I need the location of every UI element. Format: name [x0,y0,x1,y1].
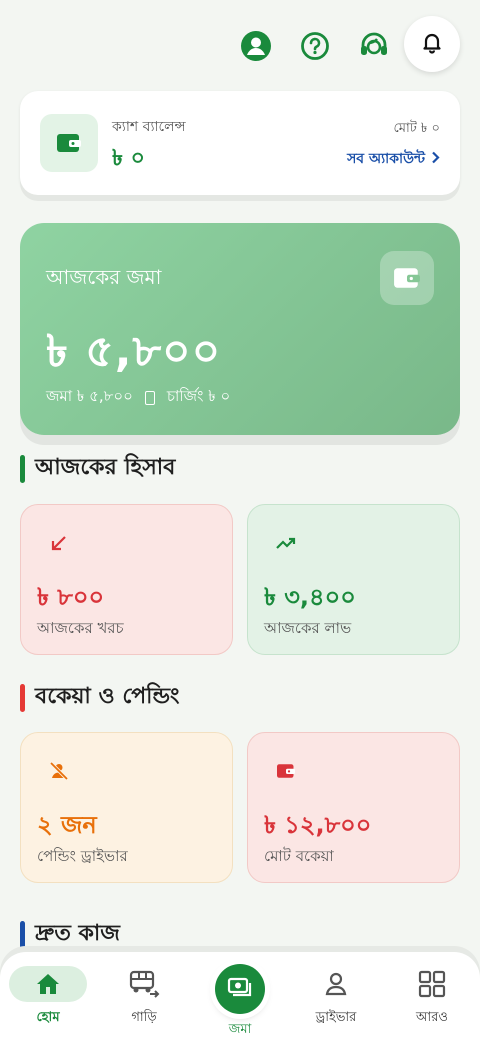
section-title: বকেয়া ও পেন্ডিং [35,684,180,709]
support-icon[interactable] [358,30,390,62]
expense-value: ৳ ৮০০ [37,583,105,611]
wallet-icon [380,251,434,305]
pending-driver-tile[interactable]: ২ জন পেন্ডিং ড্রাইভার [20,732,233,883]
nav-deposit-label: জমা [228,1022,252,1037]
help-icon[interactable] [299,30,331,62]
nav-drivers-label: ড্রাইভার [315,1010,357,1025]
grid-icon [393,966,471,1002]
bottom-navigation: হোম গাড়ি জমা ড্রাইভার আরও [0,952,480,1040]
separator-glyph [144,390,155,405]
today-deposit-title: আজকের জমা [46,265,162,289]
all-accounts-link[interactable]: সব অ্যাকাউন্ট [347,147,440,171]
arrow-down-left-icon [49,533,69,553]
section-accent-bar [20,454,25,483]
deposit-sub-value: জমা ৳ ৫,৮০০ [46,387,133,405]
person-icon [297,966,375,1002]
section-accent-bar [20,683,25,712]
nav-home[interactable]: হোম [0,952,96,1040]
nav-drivers[interactable]: ড্রাইভার [288,952,384,1040]
cash-icon [227,976,253,1002]
total-due-tile[interactable]: ৳ ১২,৮০০ মোট বকেয়া [247,732,460,883]
profile-icon[interactable] [240,30,272,62]
pending-driver-value: ২ জন [37,811,97,839]
total-balance-label: মোট ৳ ০ [393,121,440,136]
nav-more-label: আরও [416,1010,448,1025]
bus-icon [105,966,183,1002]
profit-value: ৳ ৩,৪০০ [264,583,356,611]
expense-label: আজকের খরচ [37,619,124,637]
nav-deposit[interactable]: জমা [192,952,288,1040]
charging-sub-value: চার্জিং ৳ ০ [166,387,231,405]
section-accent-bar [20,920,25,949]
cash-balance-card[interactable]: ক্যাশ ব্যালেন্স ৳ ০ মোট ৳ ০ সব অ্যাকাউন্… [20,91,460,195]
bell-icon [420,30,444,58]
today-deposit-card[interactable]: আজকের জমা ৳ ৫,৮০০ জমা ৳ ৫,৮০০ চার্জিং ৳ … [20,223,460,435]
nav-vehicles[interactable]: গাড়ি [96,952,192,1040]
section-title: আজকের হিসাব [35,455,176,480]
section-quick-actions: দ্রুত কাজ [20,916,120,953]
trending-up-icon [276,533,296,553]
all-accounts-label: সব অ্যাকাউন্ট [347,151,425,167]
section-dues-pending: বকেয়া ও পেন্ডিং [20,679,180,716]
total-due-value: ৳ ১২,৮০০ [264,811,372,839]
section-title: দ্রুত কাজ [35,921,120,946]
today-profit-tile[interactable]: ৳ ৩,৪০০ আজকের লাভ [247,504,460,655]
today-deposit-amount: ৳ ৫,৮০০ [46,326,222,377]
top-bar [0,16,480,74]
section-today-account: আজকের হিসাব [20,450,175,487]
home-icon [9,966,87,1002]
cash-balance-value: ৳ ০ [112,146,145,171]
today-expense-tile[interactable]: ৳ ৮০০ আজকের খরচ [20,504,233,655]
cash-balance-label: ক্যাশ ব্যালেন্স [112,119,186,135]
deposit-fab[interactable] [215,964,265,1014]
pending-driver-label: পেন্ডিং ড্রাইভার [37,847,128,865]
nav-more[interactable]: আরও [384,952,480,1040]
nav-home-label: হোম [36,1010,60,1025]
today-deposit-breakdown: জমা ৳ ৫,৮০০ চার্জিং ৳ ০ [46,385,230,410]
chevron-right-icon [431,151,440,168]
person-off-icon [49,761,69,781]
wallet-icon [40,114,98,172]
nav-vehicles-label: গাড়ি [131,1010,157,1025]
wallet-icon [276,761,296,781]
notification-button[interactable] [404,16,460,72]
profit-label: আজকের লাভ [264,619,352,637]
total-due-label: মোট বকেয়া [264,847,334,865]
